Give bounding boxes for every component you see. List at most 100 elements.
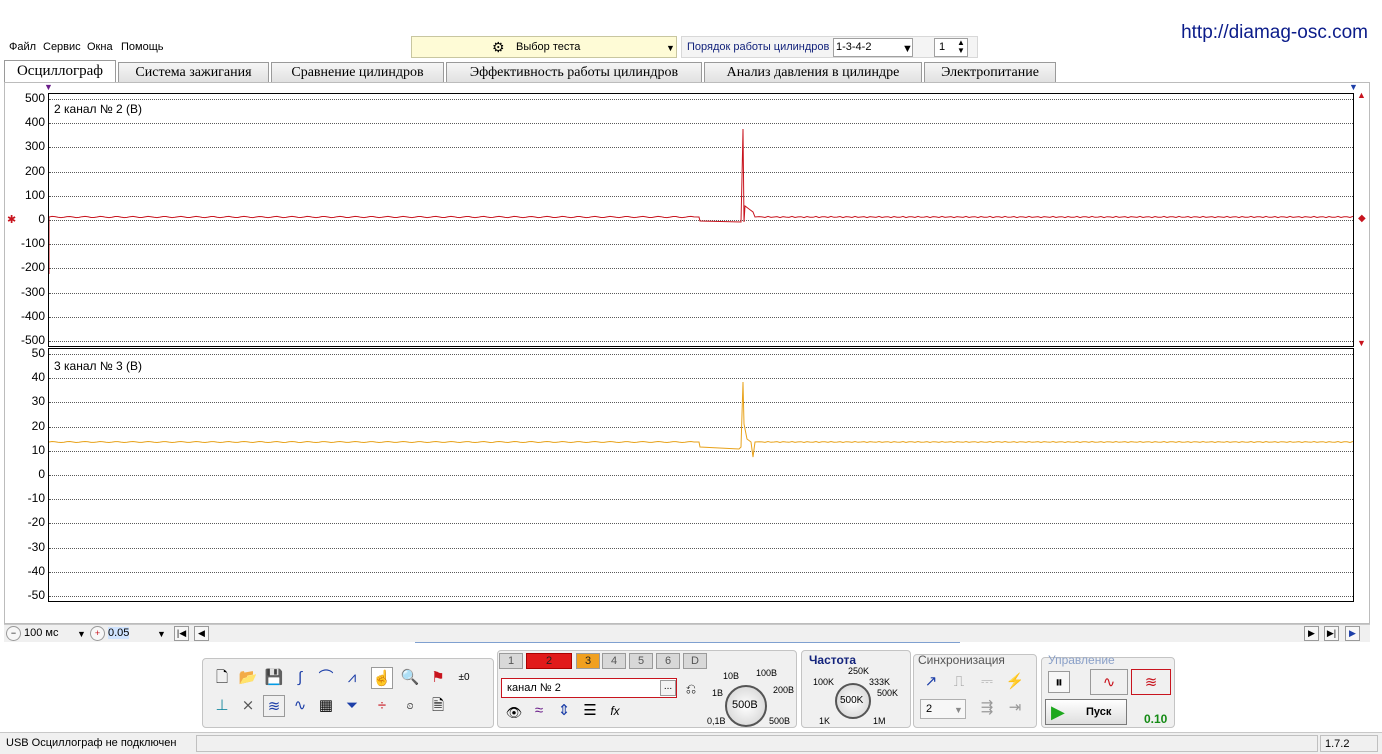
wave-invert-icon[interactable]: ≈ (528, 700, 550, 722)
first-frame-icon[interactable]: |◀ (174, 626, 189, 641)
channel-button-5[interactable]: 5 (629, 653, 653, 669)
notes-icon[interactable]: 🗎 (427, 695, 449, 717)
new-file-icon[interactable]: 🗋 (211, 667, 233, 689)
cylinder-spin[interactable]: 1 ▲ ▼ (934, 38, 968, 57)
spectrum-icon[interactable]: ∿ (289, 695, 311, 717)
zoom-tool-icon[interactable]: 🔍 (399, 667, 421, 689)
sync-channel-value: 2 (926, 703, 933, 715)
zero-level-icon[interactable]: ±0 (453, 667, 475, 689)
voltage-label-10: 10В (723, 671, 740, 681)
tab-ignition[interactable]: Система зажигания (118, 62, 269, 82)
next-frame-icon[interactable]: ▶ (1304, 626, 1319, 641)
prev-frame-icon[interactable]: ◀ (194, 626, 209, 641)
zoom-in-icon[interactable]: + (90, 626, 105, 641)
auto-icon[interactable]: ⏲ (399, 695, 421, 717)
zoom-out-icon[interactable]: − (6, 626, 21, 641)
scroll-down-icon[interactable]: ▼ (1357, 338, 1366, 348)
test-select[interactable]: ⚙ Выбор теста ▼ (411, 36, 677, 58)
channel-button-3[interactable]: 3 (576, 653, 600, 669)
voltage-knob-value: 500В (732, 699, 758, 711)
chevron-down-icon: ▼ (666, 43, 675, 53)
channel-3-tick-label: -40 (27, 563, 45, 578)
measure-tool-icon[interactable]: ⩘ (341, 667, 363, 689)
sync-channel-select[interactable]: 2 ▼ (920, 699, 966, 719)
channel-name-more-button[interactable]: ... (660, 680, 676, 696)
channel-button-2[interactable]: 2 (526, 653, 572, 669)
channel-button-1[interactable]: 1 (499, 653, 523, 669)
channel-button-6[interactable]: 6 (656, 653, 680, 669)
sync-rising-icon[interactable]: ↗ (920, 671, 942, 693)
channel-3-tick-label: 50 (31, 346, 45, 360)
channel-2-plot[interactable]: 2 канал № 2 (В) (48, 93, 1354, 347)
status-bar: USB Осциллограф не подключен 1.7.2 (0, 732, 1382, 754)
channel-3-tick-label: 0 (38, 467, 45, 481)
eye-icon[interactable]: 👁 (503, 702, 525, 724)
table-icon[interactable]: ▦ (315, 695, 337, 717)
channel-tool-icon[interactable]: ⊥ (211, 695, 233, 717)
channel-2-tick-label: -500 (20, 333, 45, 347)
sync-fall-icon[interactable]: ⎓ (976, 671, 998, 693)
channel-3-plot[interactable]: 3 канал № 3 (В) (48, 348, 1354, 602)
play-icon: ▶ (1051, 702, 1065, 722)
menu-help[interactable]: Помощь (121, 41, 164, 53)
chevron-down-icon[interactable]: ▼ (77, 629, 86, 639)
lines-icon[interactable]: ☰ (579, 700, 601, 722)
pause-icon[interactable]: ⏸ (1048, 671, 1070, 693)
frequency-knob-value: 500K (840, 695, 864, 706)
channel-button-d[interactable]: D (683, 653, 707, 669)
curve-tool-icon[interactable]: ∫ (289, 667, 311, 689)
hand-tool-icon[interactable]: ☝ (371, 667, 393, 689)
menu-file[interactable]: Файл (9, 41, 36, 53)
tab-cylinder-compare[interactable]: Сравнение цилиндров (271, 62, 444, 82)
scroll-up-icon[interactable]: ▲ (1357, 90, 1366, 100)
sync-auto-icon[interactable]: ⚡ (1004, 671, 1026, 693)
tab-power-supply[interactable]: Электропитание (924, 62, 1056, 82)
start-button[interactable]: ▶ Пуск (1045, 699, 1127, 725)
last-frame-icon[interactable]: ▶| (1324, 626, 1339, 641)
control-title: Управление (1048, 653, 1115, 667)
channel-2-zero-marker-right[interactable]: ◆ (1358, 213, 1366, 224)
channel-name-field[interactable]: канал № 2 ... (501, 678, 677, 698)
channel-2-tick-label: 400 (24, 115, 45, 130)
frequency-knob[interactable]: 500K (835, 683, 871, 719)
channel-button-4[interactable]: 4 (602, 653, 626, 669)
channel-2-tick-label: -300 (20, 284, 45, 299)
sync-level-icon[interactable]: ⇶ (976, 697, 998, 719)
cursor-right-marker[interactable]: ▼ (1349, 82, 1358, 92)
sync-front-icon[interactable]: ⎍ (948, 671, 970, 693)
tab-cylinder-efficiency[interactable]: Эффективность работы цилиндров (446, 62, 702, 82)
freq-label-1k: 1K (819, 716, 831, 726)
channel-link-icon[interactable]: ⎌ (680, 678, 702, 700)
function-icon[interactable]: fx (604, 700, 626, 722)
play-icon[interactable]: ▶ (1345, 626, 1360, 641)
flag-add-icon[interactable]: ⚑ (427, 667, 449, 689)
gear-document-icon: ⚙ (492, 39, 505, 55)
cylinder-order-label: Порядок работы цилиндров (687, 41, 830, 53)
chevron-down-icon[interactable]: ▼ (157, 629, 166, 639)
test-select-label: Выбор теста (516, 41, 581, 53)
single-wave-icon[interactable]: ∿ (1090, 669, 1128, 695)
timebase-select[interactable]: 100 мс (24, 627, 58, 639)
cylinder-order-select[interactable]: 1-3-4-2 ▼ (833, 38, 913, 57)
filter-icon[interactable]: ⏷ (341, 695, 363, 717)
tab-pressure-analysis[interactable]: Анализ давления в цилиндре (704, 62, 922, 82)
open-file-icon[interactable]: 📂 (237, 667, 259, 689)
continuous-wave-icon[interactable]: ≋ (1131, 669, 1171, 695)
split-icon[interactable]: ÷ (371, 695, 393, 717)
tab-oscilloscope[interactable]: Осциллограф (4, 60, 116, 83)
scroll-track[interactable] (415, 642, 960, 648)
offset-field[interactable]: 0.05 (108, 627, 130, 639)
menu-windows[interactable]: Окна (87, 41, 113, 53)
arc-tool-icon[interactable]: ⌒ (315, 667, 337, 689)
sync-center-icon[interactable]: ⇥ (1004, 697, 1026, 719)
menu-service[interactable]: Сервис (43, 41, 81, 53)
multi-wave-icon[interactable]: ≋ (263, 695, 285, 717)
cross-wave-icon[interactable]: ⨯ (237, 695, 259, 717)
vertical-scale-icon[interactable]: ⇕ (553, 700, 575, 722)
save-icon[interactable]: 💾 (263, 667, 285, 689)
cursor-left-marker[interactable]: ▼ (44, 82, 53, 92)
channel-2-waveform (49, 128, 1353, 274)
voltage-knob[interactable]: 500В (725, 685, 767, 727)
spin-arrows-icon[interactable]: ▲ ▼ (957, 39, 965, 55)
channel-3-tick-label: -10 (27, 491, 45, 506)
